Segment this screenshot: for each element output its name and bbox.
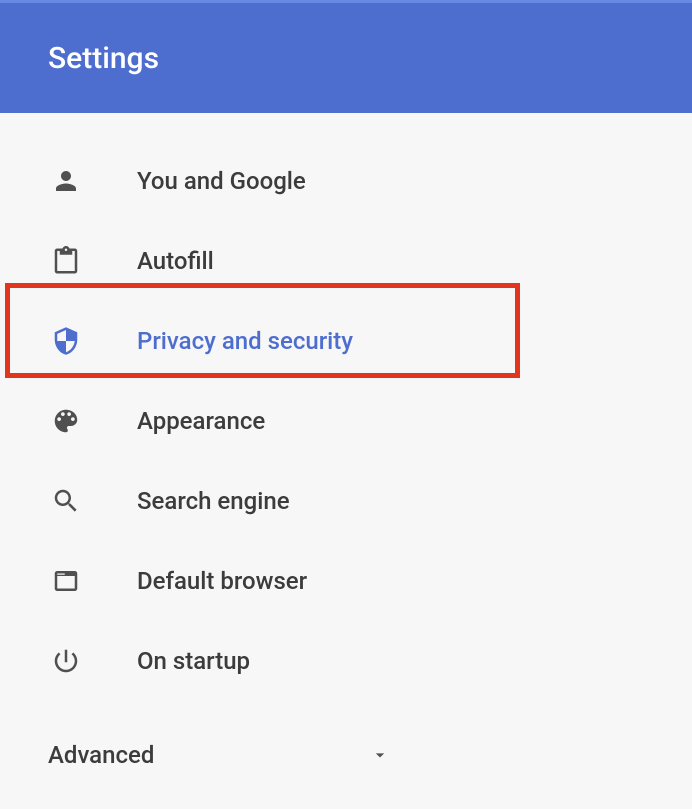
sidebar-item-label: You and Google — [137, 167, 306, 195]
sidebar-item-label: Autofill — [137, 247, 214, 275]
palette-icon — [50, 405, 82, 437]
advanced-toggle[interactable]: Advanced — [0, 711, 440, 769]
person-icon — [50, 165, 82, 197]
shield-icon — [50, 325, 82, 357]
advanced-label: Advanced — [48, 741, 154, 769]
clipboard-icon — [50, 245, 82, 277]
sidebar-item-privacy-security[interactable]: Privacy and security — [0, 301, 692, 381]
sidebar-item-label: Default browser — [137, 567, 307, 595]
sidebar-item-label: Privacy and security — [137, 327, 353, 355]
page-title: Settings — [48, 41, 159, 76]
sidebar-item-label: Search engine — [137, 487, 290, 515]
sidebar-item-label: Appearance — [137, 407, 265, 435]
sidebar-item-search-engine[interactable]: Search engine — [0, 461, 692, 541]
sidebar-item-you-and-google[interactable]: You and Google — [0, 141, 692, 221]
browser-icon — [50, 565, 82, 597]
settings-header: Settings — [0, 0, 692, 113]
sidebar-item-autofill[interactable]: Autofill — [0, 221, 692, 301]
sidebar-item-label: On startup — [137, 647, 250, 675]
chevron-down-icon — [368, 743, 392, 767]
power-icon — [50, 645, 82, 677]
sidebar-item-default-browser[interactable]: Default browser — [0, 541, 692, 621]
search-icon — [50, 485, 82, 517]
sidebar-item-appearance[interactable]: Appearance — [0, 381, 692, 461]
sidebar: You and Google Autofill Privacy and secu… — [0, 113, 692, 769]
sidebar-item-on-startup[interactable]: On startup — [0, 621, 692, 701]
